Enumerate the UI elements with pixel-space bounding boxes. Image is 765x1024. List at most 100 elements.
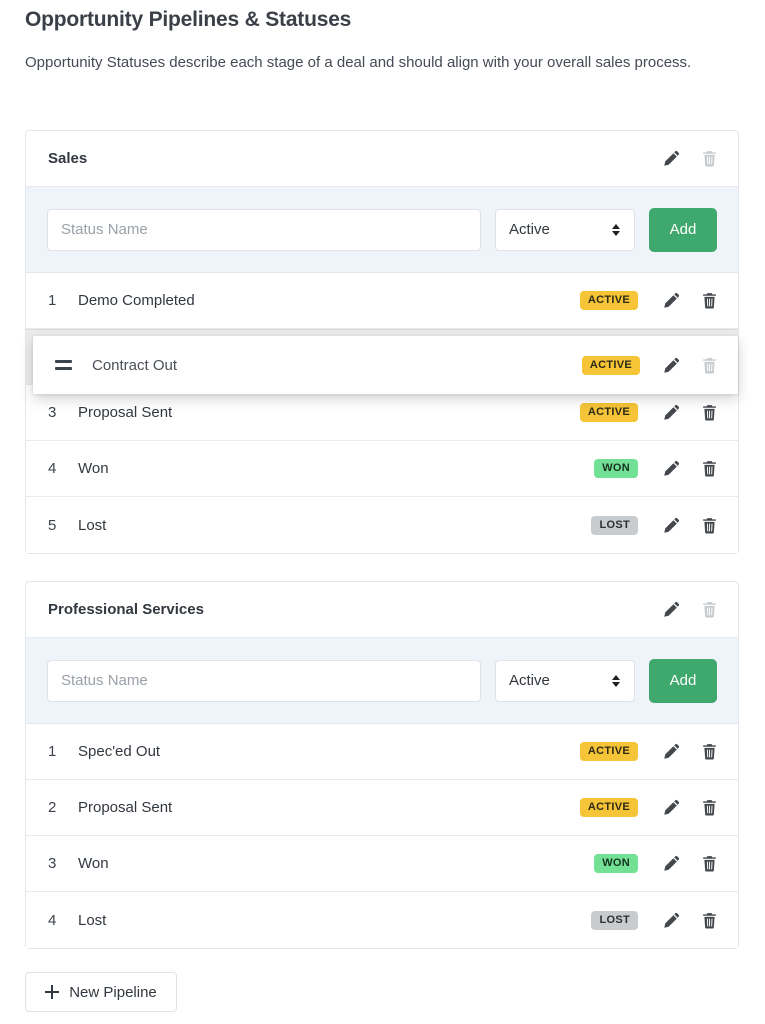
trash-icon — [701, 517, 718, 534]
status-index: 1 — [48, 743, 78, 760]
edit-status-button[interactable] — [656, 793, 686, 823]
trash-icon — [701, 150, 718, 167]
status-badge: ACTIVE — [580, 291, 638, 310]
status-type-select-value: Active — [509, 672, 550, 689]
delete-status-button[interactable] — [694, 510, 724, 540]
status-index: 5 — [48, 517, 78, 534]
drag-handle-icon[interactable] — [55, 360, 85, 370]
status-index: 3 — [48, 855, 78, 872]
status-name: Proposal Sent — [78, 404, 580, 421]
status-name: Lost — [78, 517, 591, 534]
pipelines-settings-page: Opportunity Pipelines & Statuses Opportu… — [0, 0, 765, 1024]
delete-status-button[interactable] — [694, 849, 724, 879]
status-index: 2 — [48, 799, 78, 816]
edit-status-button[interactable] — [656, 905, 686, 935]
status-type-select[interactable]: Active — [495, 209, 635, 251]
status-row[interactable]: 1Demo CompletedACTIVE — [26, 273, 738, 329]
sort-arrows-icon — [612, 224, 620, 236]
edit-status-button[interactable] — [656, 849, 686, 879]
add-status-row: Active Add — [26, 187, 738, 273]
delete-pipeline-button[interactable] — [694, 144, 724, 174]
delete-status-button[interactable] — [694, 350, 724, 380]
status-list: 1Spec'ed OutACTIVE2Proposal SentACTIVE3W… — [26, 724, 738, 948]
status-row[interactable]: 2Proposal SentACTIVE — [26, 780, 738, 836]
status-index: 4 — [48, 912, 78, 929]
add-status-button[interactable]: Add — [649, 208, 717, 252]
new-pipeline-label: New Pipeline — [69, 984, 157, 1001]
edit-pipeline-button[interactable] — [656, 595, 686, 625]
pencil-icon — [663, 404, 680, 421]
trash-icon — [701, 357, 718, 374]
pencil-icon — [663, 517, 680, 534]
status-row[interactable]: 4LostLOST — [26, 892, 738, 948]
status-name: Demo Completed — [78, 292, 580, 309]
edit-status-button[interactable] — [656, 286, 686, 316]
delete-status-button[interactable] — [694, 398, 724, 428]
status-index: 4 — [48, 460, 78, 477]
status-name: Contract Out — [85, 357, 582, 374]
status-list: 1Demo CompletedACTIVE3Proposal SentACTIV… — [26, 273, 738, 553]
edit-pipeline-button[interactable] — [656, 144, 686, 174]
edit-status-button[interactable] — [656, 350, 686, 380]
trash-icon — [701, 799, 718, 816]
pencil-icon — [663, 150, 680, 167]
edit-status-button[interactable] — [656, 454, 686, 484]
pipeline-name: Professional Services — [48, 601, 656, 618]
delete-status-button[interactable] — [694, 737, 724, 767]
status-name: Spec'ed Out — [78, 743, 580, 760]
edit-status-button[interactable] — [656, 398, 686, 428]
status-name-input[interactable] — [47, 209, 481, 251]
new-pipeline-button[interactable]: New Pipeline — [25, 972, 177, 1012]
edit-status-button[interactable] — [656, 510, 686, 540]
trash-icon — [701, 601, 718, 618]
page-description: Opportunity Statuses describe each stage… — [25, 50, 731, 76]
pencil-icon — [663, 460, 680, 477]
delete-status-button[interactable] — [694, 905, 724, 935]
add-status-row: Active Add — [26, 638, 738, 724]
status-type-select[interactable]: Active — [495, 660, 635, 702]
status-name-input[interactable] — [47, 660, 481, 702]
pencil-icon — [663, 357, 680, 374]
status-name: Won — [78, 460, 594, 477]
status-badge: ACTIVE — [582, 356, 640, 375]
delete-status-button[interactable] — [694, 793, 724, 823]
sort-arrows-icon — [612, 675, 620, 687]
status-name: Won — [78, 855, 594, 872]
edit-status-button[interactable] — [656, 737, 686, 767]
trash-icon — [701, 855, 718, 872]
trash-icon — [701, 912, 718, 929]
status-row[interactable]: 1Spec'ed OutACTIVE — [26, 724, 738, 780]
status-badge: LOST — [591, 516, 638, 535]
status-row[interactable]: 3WonWON — [26, 836, 738, 892]
status-badge: WON — [594, 459, 638, 478]
plus-icon — [45, 985, 59, 999]
pencil-icon — [663, 292, 680, 309]
dragging-status-row[interactable]: Contract Out ACTIVE — [33, 336, 738, 394]
status-badge: ACTIVE — [580, 742, 638, 761]
status-badge: LOST — [591, 911, 638, 930]
status-type-select-value: Active — [509, 221, 550, 238]
delete-pipeline-button[interactable] — [694, 595, 724, 625]
pipeline-card-header: Sales — [26, 131, 738, 187]
pipeline-name: Sales — [48, 150, 656, 167]
pipeline-card: Professional Services Active Add — [25, 581, 739, 949]
status-row[interactable]: 4WonWON — [26, 441, 738, 497]
status-badge: ACTIVE — [580, 403, 638, 422]
trash-icon — [701, 743, 718, 760]
status-index: 1 — [48, 292, 78, 309]
trash-icon — [701, 292, 718, 309]
status-badge: WON — [594, 854, 638, 873]
status-name: Lost — [78, 912, 591, 929]
pencil-icon — [663, 855, 680, 872]
delete-status-button[interactable] — [694, 454, 724, 484]
add-status-button[interactable]: Add — [649, 659, 717, 703]
pencil-icon — [663, 912, 680, 929]
status-index: 3 — [48, 404, 78, 421]
pencil-icon — [663, 799, 680, 816]
trash-icon — [701, 460, 718, 477]
trash-icon — [701, 404, 718, 421]
pencil-icon — [663, 601, 680, 618]
status-name: Proposal Sent — [78, 799, 580, 816]
status-row[interactable]: 5LostLOST — [26, 497, 738, 553]
delete-status-button[interactable] — [694, 286, 724, 316]
